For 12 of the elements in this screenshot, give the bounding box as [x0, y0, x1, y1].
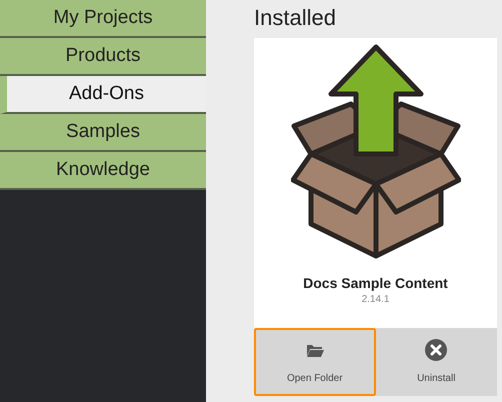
sidebar-tab[interactable]: Knowledge [0, 152, 206, 190]
sidebar-tab[interactable]: Products [0, 38, 206, 76]
addon-title: Docs Sample Content [302, 274, 449, 292]
sidebar-tab[interactable]: Samples [0, 114, 206, 152]
open-folder-button[interactable]: Open Folder [254, 328, 376, 396]
close-icon [425, 338, 448, 360]
sidebar-tab[interactable]: My Projects [0, 0, 206, 38]
section-heading: Installed [254, 4, 337, 32]
addon-version: 2.14.1 [360, 293, 390, 307]
sidebar-tab[interactable]: Add-Ons [0, 76, 206, 114]
folder-icon [306, 342, 324, 356]
uninstall-button[interactable]: Uninstall [376, 328, 497, 396]
